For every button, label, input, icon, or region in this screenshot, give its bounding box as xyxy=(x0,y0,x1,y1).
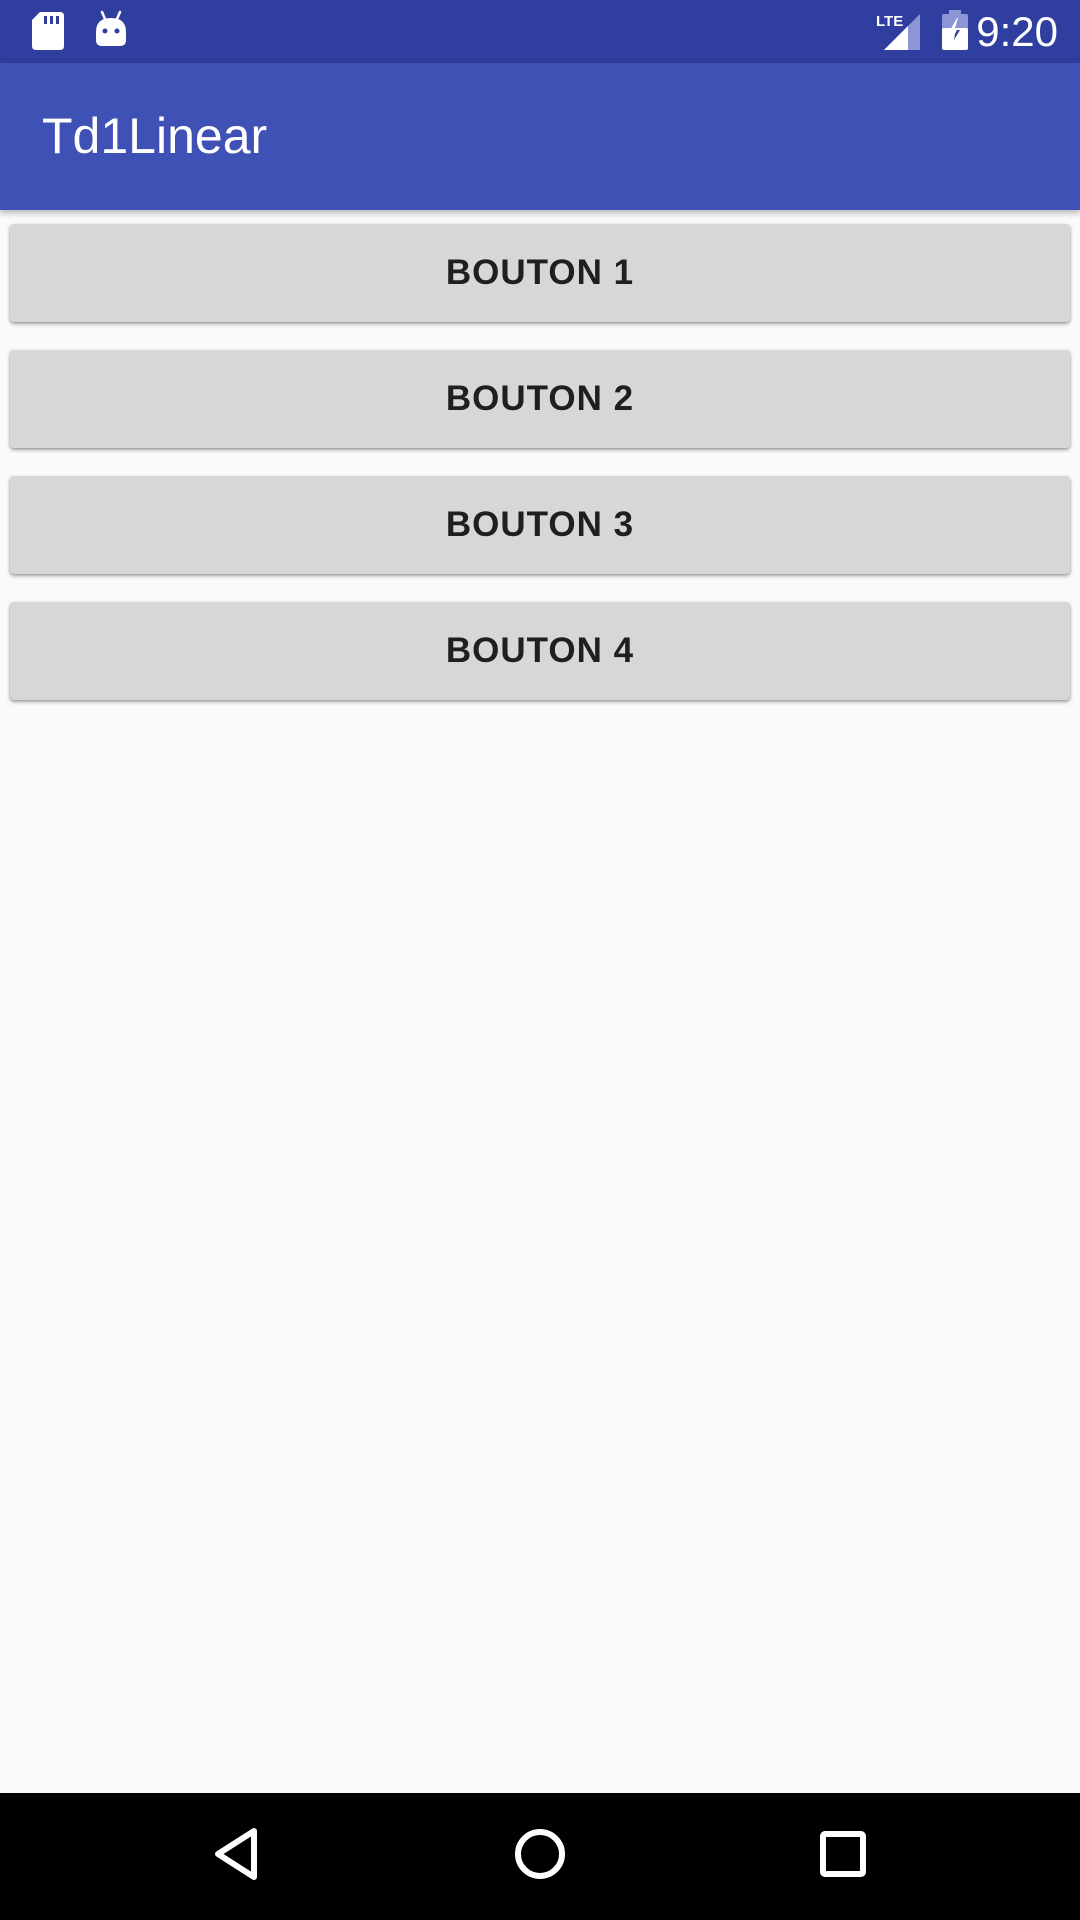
android-icon xyxy=(94,10,128,55)
sd-card-icon xyxy=(30,10,66,57)
app-bar: Td1Linear xyxy=(0,63,1080,210)
lte-signal-icon: LTE xyxy=(874,10,922,57)
bouton-1-button[interactable]: BOUTON 1 xyxy=(10,224,1070,322)
status-time: 9:20 xyxy=(976,8,1058,55)
app-title: Td1Linear xyxy=(42,108,268,164)
back-icon xyxy=(212,1827,262,1886)
navigation-bar xyxy=(0,1793,1080,1920)
back-button[interactable] xyxy=(192,1811,282,1901)
screen: LTE 9:20 Td1Linear BOUTON 1 BOUTON 2 BOU… xyxy=(0,0,1080,1920)
status-bar: LTE 9:20 xyxy=(0,0,1080,63)
bouton-3-button[interactable]: BOUTON 3 xyxy=(10,476,1070,574)
recents-button[interactable] xyxy=(798,1811,888,1901)
content-area: BOUTON 1 BOUTON 2 BOUTON 3 BOUTON 4 xyxy=(0,210,1080,1793)
battery-charging-icon xyxy=(940,10,970,57)
home-button[interactable] xyxy=(495,1811,585,1901)
recents-icon xyxy=(819,1830,867,1883)
lte-label: LTE xyxy=(876,13,903,30)
home-icon xyxy=(513,1827,567,1886)
bouton-2-button[interactable]: BOUTON 2 xyxy=(10,350,1070,448)
bouton-4-button[interactable]: BOUTON 4 xyxy=(10,602,1070,700)
